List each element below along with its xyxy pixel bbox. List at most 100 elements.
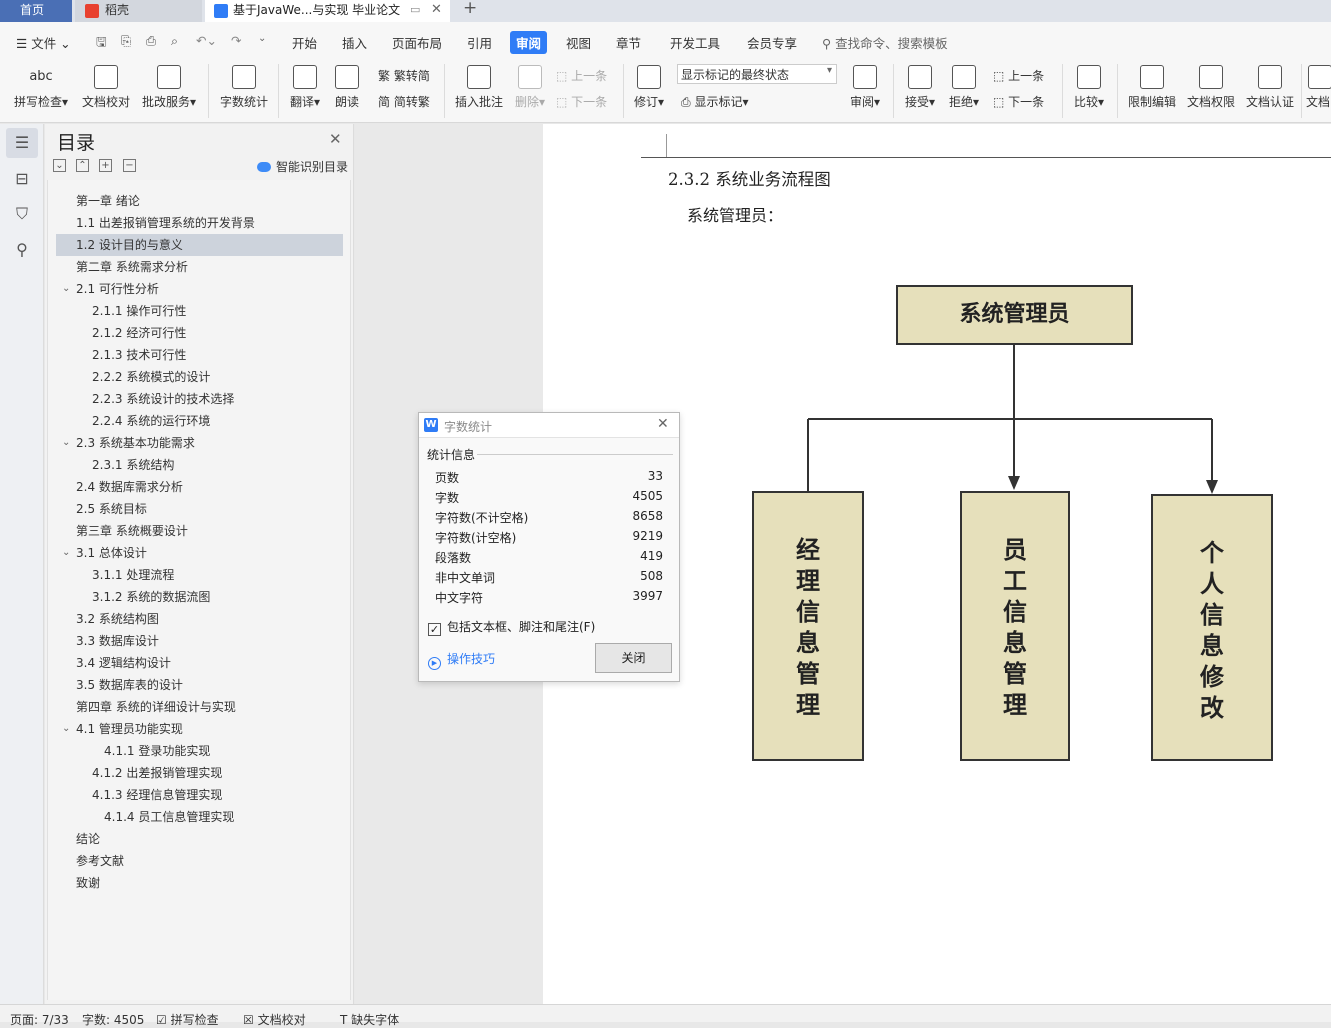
close-icon[interactable]: ✕ — [657, 416, 669, 432]
close-button[interactable]: 关闭 — [595, 643, 672, 673]
doc-proof-button[interactable]: 文档校对 — [80, 65, 132, 110]
chevron-down-icon[interactable]: ⌄ — [62, 718, 70, 740]
word-count-button[interactable]: 字数统计 — [216, 65, 272, 110]
expand-up-icon[interactable]: ⌃ — [76, 159, 89, 172]
toc-item[interactable]: ⌄ 3.1 总体设计 — [62, 542, 147, 564]
page-indicator[interactable]: 页面: 7/33 — [10, 1011, 69, 1028]
toc-panel-icon[interactable]: ☰ — [12, 133, 32, 153]
next-comment-button[interactable]: ⬚ 下一条 — [556, 93, 607, 110]
quick-preview-icon[interactable]: ⌕ — [171, 33, 178, 49]
toc-item[interactable]: 3.3 数据库设计 — [76, 630, 159, 652]
menu-references[interactable]: 引用 — [467, 33, 492, 52]
prev-change-button[interactable]: ⬚ 上一条 — [993, 67, 1044, 84]
insert-comment-button[interactable]: 插入批注 — [452, 65, 506, 110]
tab-home[interactable]: 首页 — [0, 0, 72, 22]
toc-item[interactable]: 3.1.1 处理流程 — [92, 564, 174, 586]
collapse-all-icon[interactable]: ⌄ — [53, 159, 66, 172]
batch-service-button[interactable]: 批改服务▾ — [138, 65, 200, 110]
bookmark-icon[interactable]: ⛉ — [12, 204, 32, 224]
translate-button[interactable]: 翻译▾ — [286, 65, 324, 110]
menu-view[interactable]: 视图 — [566, 33, 591, 52]
menu-layout[interactable]: 页面布局 — [392, 33, 442, 52]
toc-item[interactable]: 结论 — [76, 828, 100, 850]
read-aloud-button[interactable]: 朗读 — [330, 65, 364, 110]
menu-member[interactable]: 会员专享 — [747, 33, 797, 52]
undo-icon[interactable]: ↶⌄ — [196, 33, 217, 48]
toc-item[interactable]: 第四章 系统的详细设计与实现 — [76, 696, 236, 718]
toc-item[interactable]: 2.2.3 系统设计的技术选择 — [92, 388, 234, 410]
accept-button[interactable]: 接受▾ — [900, 65, 940, 110]
delete-comment-button[interactable]: 删除▾ — [510, 65, 550, 110]
toc-item[interactable]: 第一章 绪论 — [76, 190, 140, 212]
track-changes-button[interactable]: 修订▾ — [630, 65, 668, 110]
chevron-down-icon[interactable]: ⌄ — [62, 278, 70, 300]
status-doc-proof[interactable]: ☒ 文档校对 — [243, 1011, 306, 1028]
tips-link[interactable]: ▶ 操作技巧 — [428, 650, 495, 670]
toc-item[interactable]: 3.4 逻辑结构设计 — [76, 652, 171, 674]
show-markup-button[interactable]: ⎙ 显示标记▾ — [681, 93, 748, 110]
include-textbox-checkbox[interactable]: ✓ 包括文本框、脚注和尾注(F) — [428, 618, 595, 636]
toc-item[interactable]: 3.1.2 系统的数据流图 — [92, 586, 210, 608]
word-count-indicator[interactable]: 字数: 4505 — [82, 1011, 144, 1028]
status-spell-check[interactable]: ☑ 拼写检查 — [156, 1011, 219, 1028]
doc-cert-button[interactable]: 文档认证 — [1242, 65, 1298, 110]
reject-button[interactable]: 拒绝▾ — [944, 65, 984, 110]
toc-item[interactable]: 2.1.2 经济可行性 — [92, 322, 186, 344]
remove-level-icon[interactable]: − — [123, 159, 136, 172]
next-change-button[interactable]: ⬚ 下一条 — [993, 93, 1044, 110]
tab-close-icon[interactable]: ✕ — [431, 0, 442, 20]
doc-more-button[interactable]: 文档 — [1306, 65, 1331, 110]
status-missing-font[interactable]: T 缺失字体 — [340, 1011, 399, 1028]
menu-home[interactable]: 开始 — [292, 33, 317, 52]
chevron-down-icon[interactable]: ⌄ — [62, 432, 70, 454]
toc-item[interactable]: 参考文献 — [76, 850, 124, 872]
review-pane-button[interactable]: 审阅▾ — [846, 65, 884, 110]
toc-item[interactable]: 2.4 数据库需求分析 — [76, 476, 183, 498]
toc-item[interactable]: 4.1.3 经理信息管理实现 — [92, 784, 222, 806]
toc-item[interactable]: 3.5 数据库表的设计 — [76, 674, 183, 696]
toc-item[interactable]: 2.2.4 系统的运行环境 — [92, 410, 210, 432]
prev-comment-button[interactable]: ⬚ 上一条 — [556, 67, 607, 84]
tab-daoke[interactable]: 稻壳 — [75, 0, 202, 22]
toc-item[interactable]: 4.1.1 登录功能实现 — [104, 740, 210, 762]
menu-developer[interactable]: 开发工具 — [670, 33, 720, 52]
markup-state-select[interactable]: 显示标记的最终状态 ▾ — [677, 64, 837, 84]
toc-item[interactable]: 4.1.2 出差报销管理实现 — [92, 762, 222, 784]
menu-file[interactable]: ☰ 文件 ⌄ — [16, 33, 71, 52]
toc-item[interactable]: 致谢 — [76, 872, 100, 894]
redo-icon[interactable]: ↷ — [231, 33, 241, 48]
toc-item[interactable]: 2.1.3 技术可行性 — [92, 344, 186, 366]
menu-review[interactable]: 审阅 — [510, 31, 548, 54]
compare-button[interactable]: 比较▾ — [1069, 65, 1109, 110]
spell-check-button[interactable]: abc 拼写检查▾ — [10, 65, 72, 110]
toc-item[interactable]: 第二章 系统需求分析 — [76, 256, 188, 278]
trad-to-simp-button[interactable]: 繁 繁转简 — [378, 67, 430, 84]
toc-item[interactable]: ⌄ 2.1 可行性分析 — [62, 278, 159, 300]
restrict-editing-button[interactable]: 限制编辑 — [1124, 65, 1180, 110]
quick-print-icon[interactable]: ⎙ — [146, 33, 156, 49]
toc-item[interactable]: 2.3.1 系统结构 — [92, 454, 174, 476]
tab-document[interactable]: 基于JavaWe...与实现 毕业论文 ▭ ✕ — [205, 0, 450, 22]
toc-item[interactable]: 1.1 出差报销管理系统的开发背景 — [76, 212, 255, 234]
chevron-down-icon[interactable]: ⌄ — [62, 542, 70, 564]
quick-access-more-icon[interactable]: ⌄ — [258, 33, 266, 44]
quick-export-icon[interactable]: ⎘ — [121, 33, 131, 49]
close-icon[interactable]: ✕ — [329, 130, 342, 148]
new-tab-plus-icon[interactable]: + — [463, 0, 477, 18]
menu-chapter[interactable]: 章节 — [616, 33, 641, 52]
toc-item[interactable]: ⌄ 4.1 管理员功能实现 — [62, 718, 183, 740]
add-level-icon[interactable]: + — [99, 159, 112, 172]
toc-item[interactable]: 4.1.4 员工信息管理实现 — [104, 806, 234, 828]
command-search[interactable]: ⚲ 查找命令、搜索模板 — [822, 33, 948, 52]
dialog-titlebar[interactable]: W 字数统计 ✕ — [419, 413, 679, 438]
toc-item[interactable]: 2.2.2 系统模式的设计 — [92, 366, 210, 388]
menu-insert[interactable]: 插入 — [342, 33, 367, 52]
toc-item[interactable]: 第三章 系统概要设计 — [76, 520, 188, 542]
smart-toc-button[interactable]: 智能识别目录 — [257, 158, 348, 175]
toc-item[interactable]: 3.2 系统结构图 — [76, 608, 159, 630]
find-icon[interactable]: ⚲ — [12, 240, 32, 260]
toc-item[interactable]: 1.2 设计目的与意义 — [76, 234, 183, 256]
tab-pin-icon[interactable]: ▭ — [410, 0, 420, 20]
doc-permission-button[interactable]: 文档权限 — [1184, 65, 1238, 110]
toc-item[interactable]: ⌄ 2.3 系统基本功能需求 — [62, 432, 195, 454]
